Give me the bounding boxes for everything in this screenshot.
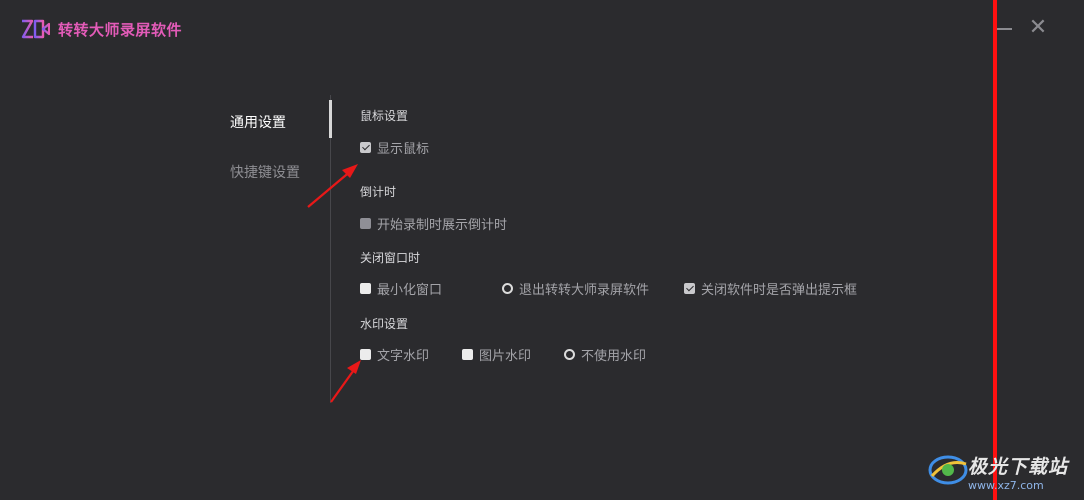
annotation-arrows [307, 164, 361, 403]
site-watermark-text: 极光下载站 [968, 456, 1069, 478]
red-arrow-icon [307, 164, 358, 208]
site-watermark-url: www.xz7.com [968, 479, 1044, 492]
red-arrow-icon [330, 360, 361, 403]
